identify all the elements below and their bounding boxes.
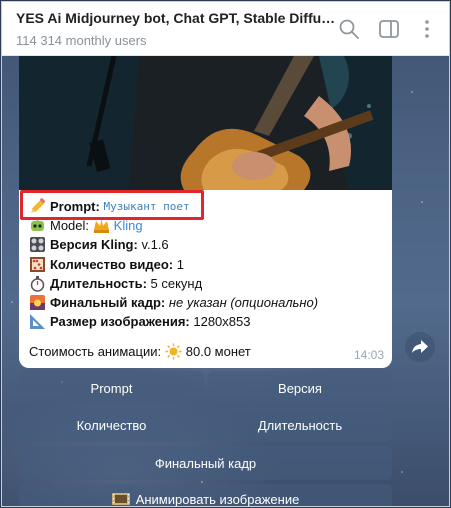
- prompt-highlight-box: [20, 190, 204, 220]
- duration-line: Длительность: 5 секунд: [29, 274, 389, 293]
- keyboard-version-button[interactable]: Версия: [208, 371, 392, 405]
- size-line: Размер изображения: 1280x853: [29, 312, 389, 331]
- share-button[interactable]: [405, 332, 435, 362]
- abacus-icon: [30, 256, 45, 272]
- message-time: 14:03: [353, 348, 384, 362]
- duration-value: 5 секунд: [150, 275, 203, 291]
- message-photo[interactable]: [19, 56, 392, 190]
- triangular-ruler-icon: [30, 314, 45, 330]
- film-frames-icon: [111, 493, 130, 505]
- animate-button-label: Анимировать изображение: [135, 491, 300, 507]
- share-arrow-icon: [412, 340, 428, 353]
- chat-header[interactable]: YES Ai Midjourney bot, Chat GPT, Stable …: [2, 2, 449, 56]
- sidebar-toggle-icon[interactable]: [378, 18, 400, 40]
- version-line: Версия Kling: v.1.6: [29, 235, 389, 254]
- stopwatch-icon: [30, 275, 45, 292]
- count-label: Количество видео:: [50, 256, 174, 272]
- count-value: 1: [176, 256, 184, 272]
- size-value: 1280x853: [193, 314, 251, 330]
- sunset-icon: [30, 295, 45, 311]
- sun-icon: [165, 343, 182, 360]
- keyboard-animate-button[interactable]: Анимировать изображение: [19, 484, 392, 507]
- count-line: Количество видео: 1: [29, 255, 389, 274]
- search-icon[interactable]: [338, 18, 360, 40]
- cost-label: Стоимость анимации:: [29, 344, 162, 359]
- final-frame-value: не указан (опционально): [168, 294, 319, 310]
- keyboard-final-frame-button[interactable]: Финальный кадр: [19, 446, 392, 480]
- version-value: v.1.6: [141, 237, 169, 253]
- cost-line: Стоимость анимации: 80.0 монет: [29, 343, 251, 360]
- keyboard-prompt-button[interactable]: Prompt: [19, 371, 204, 405]
- more-vertical-icon[interactable]: [416, 18, 438, 40]
- telegram-chat-window: YES Ai Midjourney bot, Chat GPT, Stable …: [1, 1, 450, 507]
- chat-subtitle: 114 314 monthly users: [16, 33, 147, 48]
- keyboard-count-button[interactable]: Количество: [19, 408, 204, 442]
- version-label: Версия Kling:: [50, 237, 138, 253]
- chat-title[interactable]: YES Ai Midjourney bot, Chat GPT, Stable …: [16, 10, 336, 26]
- size-label: Размер изображения:: [50, 314, 190, 330]
- duration-label: Длительность:: [50, 275, 147, 291]
- keyboard-duration-button[interactable]: Длительность: [208, 408, 392, 442]
- final-frame-line: Финальный кадр: не указан (опционально): [29, 293, 389, 312]
- final-frame-label: Финальный кадр:: [50, 294, 166, 310]
- cost-value: 80.0 монет: [185, 344, 251, 359]
- control-knobs-icon: [30, 237, 45, 253]
